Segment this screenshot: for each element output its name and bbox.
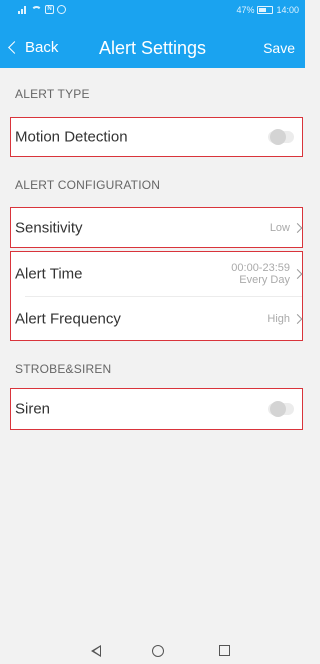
battery-percent: 47% — [236, 5, 255, 15]
alert-time-frequency-group: Alert Time 00:00-23:59 Every Day Alert F… — [10, 251, 303, 341]
nav-back-icon[interactable] — [91, 645, 101, 657]
alert-time-range: 00:00-23:59 — [231, 262, 290, 274]
motion-detection-label: Motion Detection — [15, 128, 128, 146]
alert-frequency-row[interactable]: Alert Frequency High — [11, 297, 303, 340]
signal-icon — [18, 5, 28, 14]
siren-label: Siren — [15, 400, 51, 418]
alert-time-value: 00:00-23:59 Every Day — [231, 262, 290, 286]
system-navigation-bar — [0, 638, 305, 664]
save-button[interactable]: Save — [263, 40, 295, 56]
alert-frequency-value: High — [267, 312, 290, 325]
chevron-right-icon — [292, 222, 303, 233]
page-title: Alert Settings — [98, 38, 207, 58]
toggle-knob — [270, 401, 286, 417]
clock: 14:00 — [276, 5, 299, 15]
nav-recent-icon[interactable] — [219, 645, 230, 656]
alert-time-days: Every Day — [239, 274, 290, 286]
alarm-icon — [57, 5, 66, 14]
toggle-knob — [270, 129, 286, 145]
nfc-icon: N — [45, 5, 54, 14]
sensitivity-row[interactable]: Sensitivity Low — [10, 207, 303, 248]
siren-toggle[interactable] — [268, 401, 294, 417]
motion-detection-row[interactable]: Motion Detection — [10, 117, 303, 157]
status-bar: N 47% 14:00 — [0, 0, 305, 20]
wifi-icon — [31, 5, 42, 14]
chevron-right-icon — [292, 269, 303, 279]
alert-time-row[interactable]: Alert Time 00:00-23:59 Every Day — [11, 252, 303, 296]
alert-frequency-label: Alert Frequency — [15, 310, 121, 327]
sensitivity-value: Low — [269, 221, 290, 234]
sensitivity-label: Sensitivity — [15, 219, 83, 236]
chevron-right-icon — [292, 313, 303, 324]
section-header-alert-configuration: ALERT CONFIGURATION — [15, 178, 161, 192]
alert-time-label: Alert Time — [15, 265, 83, 283]
siren-row[interactable]: Siren — [10, 388, 303, 430]
battery-icon — [257, 6, 274, 14]
nav-home-icon[interactable] — [152, 645, 164, 657]
section-header-alert-type: ALERT TYPE — [15, 87, 90, 101]
motion-detection-toggle[interactable] — [268, 129, 294, 145]
navigation-bar: Back Alert Settings Save — [0, 30, 305, 68]
app-header: N 47% 14:00 Back Alert Settings Save — [0, 0, 305, 68]
